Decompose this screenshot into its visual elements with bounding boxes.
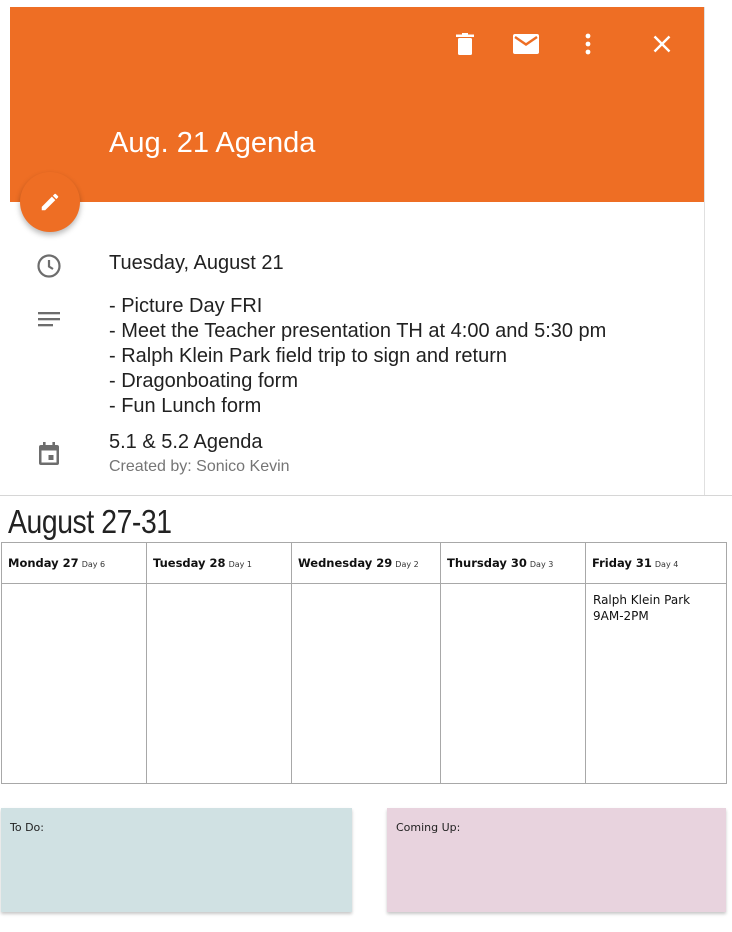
event-dialog: Aug. 21 Agenda Tuesday, August 21 - Pict… [10, 7, 705, 495]
email-button[interactable] [511, 29, 541, 59]
clock-icon [36, 253, 62, 279]
day-cell-wednesday [291, 583, 441, 784]
calendar-icon [36, 441, 62, 467]
day-cell-monday [1, 583, 147, 784]
close-icon [653, 35, 671, 53]
todo-label: To Do: [10, 821, 44, 834]
edit-event-button[interactable] [20, 172, 80, 232]
coming-up-label: Coming Up: [396, 821, 461, 834]
event-description: - Picture Day FRI - Meet the Teacher pre… [109, 294, 606, 419]
close-button[interactable] [647, 29, 677, 59]
week-title: August 27-31 [8, 503, 172, 540]
todo-note: To Do: [1, 808, 352, 912]
day-cell-tuesday [146, 583, 292, 784]
day-header-thursday: Thursday 30 Day 3 [440, 542, 586, 584]
description-line: - Picture Day FRI [109, 295, 263, 317]
day-header-monday: Monday 27 Day 6 [1, 542, 147, 584]
delete-icon [456, 33, 474, 55]
calendar-creator: Created by: Sonico Kevin [109, 458, 290, 475]
more-vert-icon [585, 33, 591, 55]
coming-up-note: Coming Up: [387, 808, 726, 912]
pencil-icon [41, 193, 59, 211]
description-line: - Ralph Klein Park field trip to sign an… [109, 345, 507, 367]
day-cell-friday: Ralph Klein Park 9AM-2PM [585, 583, 727, 784]
description-icon [36, 306, 62, 332]
more-options-button[interactable] [573, 29, 603, 59]
day-cell-thursday [440, 583, 586, 784]
event-header: Aug. 21 Agenda [10, 7, 704, 202]
section-divider [0, 495, 732, 496]
friday-event: Ralph Klein Park 9AM-2PM [593, 593, 691, 623]
day-header-tuesday: Tuesday 28 Day 1 [146, 542, 292, 584]
description-line: - Dragonboating form [109, 370, 298, 392]
week-table: Monday 27 Day 6 Tuesday 28 Day 1 Wednesday… [1, 542, 727, 784]
calendar-name: 5.1 & 5.2 Agenda [109, 431, 263, 453]
day-header-friday: Friday 31 Day 4 [585, 542, 727, 584]
description-line: - Fun Lunch form [109, 395, 262, 417]
day-header-wednesday: Wednesday 29 Day 2 [291, 542, 441, 584]
event-date: Tuesday, August 21 [109, 252, 284, 274]
event-title: Aug. 21 Agenda [109, 127, 316, 159]
delete-button[interactable] [450, 29, 480, 59]
description-line: - Meet the Teacher presentation TH at 4:… [109, 320, 607, 342]
email-icon [513, 34, 539, 54]
